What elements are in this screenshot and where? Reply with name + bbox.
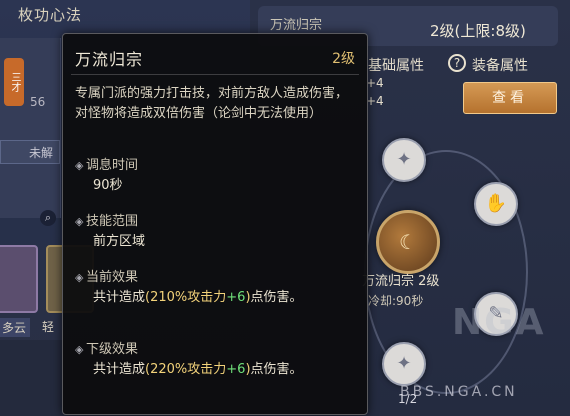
equip-attr-label: 装备属性 [472,58,528,74]
section-body-next-effect: 共计造成(220%攻击力+6)点伤害。 [93,360,357,380]
effect-percent: (220%攻击力 [145,362,227,377]
section-title-text: 调息时间 [86,158,139,173]
base-attr-value: +4 [366,94,384,108]
diamond-bullet-icon: ◈ [75,271,84,284]
selected-skill-name: 万流归宗 2级 [362,274,440,289]
view-button[interactable]: 查看 [463,82,557,114]
skill-header-title: 万流归宗 [270,18,323,33]
effect-prefix: 共计造成 [93,362,146,377]
school-badge: 三才 [4,58,24,106]
section-title-range: ◈ 技能范围 [75,210,138,229]
section-title-text: 技能范围 [86,214,139,229]
left-card-button[interactable]: 未解 [0,140,60,164]
skill-node-icon[interactable]: ✋ [474,182,518,226]
watermark-url: BBS.NGA.CN [400,384,518,400]
effect-bonus: +6 [226,290,246,305]
question-circle-icon[interactable]: ? [448,54,466,72]
card-number: 56 [30,95,46,109]
effect-percent: (210%攻击力 [145,290,227,305]
diamond-bullet-icon: ◈ [75,215,84,228]
effect-suffix: 点伤害。 [250,362,303,377]
base-attr-value: +4 [366,76,384,90]
section-body-current-effect: 共计造成(210%攻击力+6)点伤害。 [93,288,357,308]
section-title-text: 下级效果 [86,342,139,357]
skill-node-icon[interactable]: ✦ [382,342,426,386]
base-attr-label: 基础属性 [368,58,424,74]
diamond-bullet-icon: ◈ [75,159,84,172]
panel-title: 枚功心法 [18,6,83,24]
section-title-cooldown: ◈ 调息时间 [75,154,138,173]
effect-prefix: 共计造成 [93,290,146,305]
section-title-next-effect: ◈ 下级效果 [75,338,138,357]
section-body-range: 前方区域 [93,234,146,249]
tooltip-title: 万流归宗 [75,50,144,69]
effect-suffix: 点伤害。 [250,290,303,305]
section-body-cooldown: 90秒 [93,178,123,193]
selected-skill-cooldown: 冷却:90秒 [368,294,424,308]
effect-bonus: +6 [226,362,246,377]
selected-skill-icon[interactable]: ☾ [376,210,440,274]
diamond-bullet-icon: ◈ [75,343,84,356]
watermark-logo: NGA [452,302,546,343]
magnifier-icon[interactable]: ⌕ [40,210,56,226]
skill-tooltip: 万流归宗 2级 专属门派的强力打击技，对前方敌人造成伤害，对怪物将造成双倍伤害（… [62,33,368,415]
skill-level-text: 2级(上限:8级) [430,22,526,40]
section-title-text: 当前效果 [86,270,139,285]
section-title-current-effect: ◈ 当前效果 [75,266,138,285]
skill-node-icon[interactable]: ✦ [382,138,426,182]
item-slot[interactable] [0,245,38,313]
tooltip-description: 专属门派的强力打击技，对前方敌人造成伤害，对怪物将造成双倍伤害（论剑中无法使用） [75,86,349,121]
slot-label: 多云 [0,318,31,337]
tooltip-level: 2级 [332,51,355,67]
slot-label: 轻 [42,320,55,334]
tooltip-divider [71,74,359,75]
